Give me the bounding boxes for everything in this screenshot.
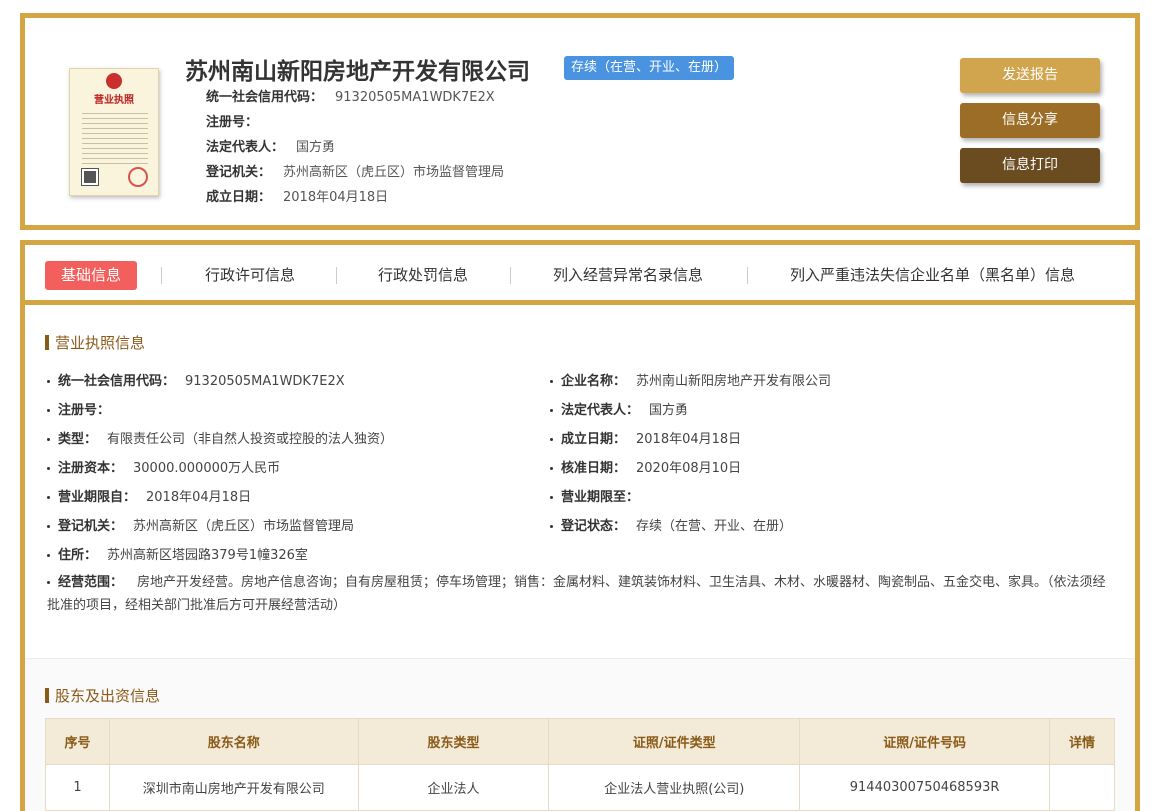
field-label: 法定代表人：	[561, 403, 640, 418]
field-reg-number: 注册号：	[47, 399, 120, 418]
official-seal-icon	[128, 167, 148, 187]
field-approved: 核准日期： 2020年08月10日	[550, 457, 741, 476]
tab-abnormal-list[interactable]: 列入经营异常名录信息	[553, 261, 703, 290]
field-label: 注册号：	[206, 115, 259, 130]
column-header: 证照/证件类型	[548, 718, 801, 765]
tab-blacklist[interactable]: 列入严重违法失信企业名单（黑名单）信息	[790, 261, 1075, 290]
qr-code-icon	[81, 168, 99, 186]
license-section-title: 营业执照信息	[45, 332, 145, 353]
shareholder-table: 序号 股东名称 股东类型 证照/证件类型 证照/证件号码 详情 1 深圳市南山房…	[45, 718, 1115, 811]
field-value: 2018年04月18日	[283, 190, 389, 205]
table-cell: 企业法人营业执照(公司)	[548, 764, 801, 811]
shareholder-section-title: 股东及出资信息	[45, 685, 160, 706]
table-cell: 91440300750468593R	[799, 764, 1051, 811]
field-value: 苏州高新区塔园路379号1幢326室	[107, 548, 308, 563]
table-row: 1 深圳市南山房地产开发有限公司 企业法人 企业法人营业执照(公司) 91440…	[45, 764, 1115, 811]
field-value: 2018年04月18日	[636, 432, 742, 447]
license-image-title: 营业执照	[94, 95, 134, 106]
table-cell: 深圳市南山房地产开发有限公司	[108, 764, 359, 811]
field-label: 类型：	[58, 432, 98, 447]
column-header: 序号	[45, 718, 110, 765]
top-field-reg-number: 注册号：	[206, 111, 270, 130]
field-label: 营业期限自：	[58, 490, 137, 505]
field-label: 经营范围：	[58, 575, 124, 590]
tab-bar: 基础信息 行政许可信息 行政处罚信息 列入经营异常名录信息 列入严重违法失信企业…	[25, 245, 1135, 305]
field-value: 有限责任公司（非自然人投资或控股的法人独资）	[107, 432, 394, 447]
field-label: 统一社会信用代码：	[206, 90, 324, 105]
column-header: 股东类型	[357, 718, 550, 765]
field-value: 国方勇	[649, 403, 689, 418]
field-value: 苏州南山新阳房地产开发有限公司	[636, 374, 832, 389]
national-emblem-icon	[106, 73, 122, 89]
field-label: 成立日期：	[206, 190, 272, 205]
column-header: 股东名称	[108, 718, 359, 765]
field-credit-code: 统一社会信用代码： 91320505MA1WDK7E2X	[47, 370, 345, 389]
field-label: 注册号：	[58, 403, 111, 418]
field-reg-status: 登记状态： 存续（在营、开业、在册）	[550, 515, 792, 534]
tab-divider	[336, 267, 337, 284]
field-address: 住所： 苏州高新区塔园路379号1幢326室	[47, 544, 308, 563]
table-cell: 1	[45, 764, 110, 811]
table-header-row: 序号 股东名称 股东类型 证照/证件类型 证照/证件号码 详情	[45, 718, 1115, 765]
field-term-from: 营业期限自： 2018年04月18日	[47, 486, 251, 505]
field-label: 登记机关：	[58, 519, 124, 534]
field-label: 登记状态：	[561, 519, 627, 534]
tab-admin-license[interactable]: 行政许可信息	[205, 261, 295, 290]
field-label: 核准日期：	[561, 461, 627, 476]
company-summary-card: 营业执照 苏州南山新阳房地产开发有限公司 存续（在营、开业、在册） 统一社会信用…	[20, 13, 1140, 230]
column-header: 证照/证件号码	[799, 718, 1051, 765]
top-field-authority: 登记机关： 苏州高新区（虎丘区）市场监督管理局	[206, 161, 504, 180]
status-badge: 存续（在营、开业、在册）	[564, 56, 735, 80]
send-report-button[interactable]: 发送报告	[960, 58, 1100, 93]
field-label: 企业名称：	[561, 374, 627, 389]
field-value: 91320505MA1WDK7E2X	[185, 374, 345, 389]
tab-divider	[747, 267, 748, 284]
field-term-to: 营业期限至：	[550, 486, 649, 505]
print-info-button[interactable]: 信息打印	[960, 148, 1100, 183]
share-info-button[interactable]: 信息分享	[960, 103, 1100, 138]
field-label: 成立日期：	[561, 432, 627, 447]
field-business-scope: 经营范围： 房地产开发经营。房地产信息咨询；自有房屋租赁；停车场管理；销售：金属材…	[47, 571, 1107, 617]
field-established: 成立日期： 2018年04月18日	[550, 428, 741, 447]
field-value: 91320505MA1WDK7E2X	[335, 90, 495, 105]
field-capital: 注册资本： 30000.000000万人民币	[47, 457, 280, 476]
shareholder-section: 股东及出资信息 序号 股东名称 股东类型 证照/证件类型 证照/证件号码 详情 …	[25, 658, 1135, 811]
column-header: 详情	[1049, 718, 1115, 765]
business-license-image[interactable]: 营业执照	[69, 68, 159, 196]
details-link[interactable]	[1049, 764, 1115, 811]
field-value: 30000.000000万人民币	[133, 461, 281, 476]
field-label: 注册资本：	[58, 461, 124, 476]
field-label: 法定代表人：	[206, 140, 285, 155]
field-value: 房地产开发经营。房地产信息咨询；自有房屋租赁；停车场管理；销售：金属材料、建筑装…	[47, 575, 1106, 613]
company-name: 苏州南山新阳房地产开发有限公司	[185, 59, 530, 85]
tab-admin-penalty[interactable]: 行政处罚信息	[378, 261, 468, 290]
field-value: 苏州高新区（虎丘区）市场监督管理局	[133, 519, 355, 534]
field-label: 登记机关：	[206, 165, 272, 180]
field-label: 统一社会信用代码：	[58, 374, 176, 389]
top-field-legal-rep: 法定代表人： 国方勇	[206, 136, 335, 155]
tab-basic-info[interactable]: 基础信息	[45, 261, 138, 290]
field-company-name: 企业名称： 苏州南山新阳房地产开发有限公司	[550, 370, 831, 389]
detail-card: 基础信息 行政许可信息 行政处罚信息 列入经营异常名录信息 列入严重违法失信企业…	[20, 240, 1140, 811]
field-type: 类型： 有限责任公司（非自然人投资或控股的法人独资）	[47, 428, 393, 447]
field-value: 存续（在营、开业、在册）	[636, 519, 793, 534]
field-label: 营业期限至：	[561, 490, 640, 505]
top-field-established: 成立日期： 2018年04月18日	[206, 186, 388, 205]
field-value: 苏州高新区（虎丘区）市场监督管理局	[283, 165, 505, 180]
field-value: 国方勇	[296, 140, 336, 155]
table-cell: 企业法人	[357, 764, 550, 811]
field-label: 住所：	[58, 548, 98, 563]
field-value: 2020年08月10日	[636, 461, 742, 476]
field-legal-rep: 法定代表人： 国方勇	[550, 399, 688, 418]
field-value: 2018年04月18日	[146, 490, 252, 505]
tab-divider	[510, 267, 511, 284]
field-authority: 登记机关： 苏州高新区（虎丘区）市场监督管理局	[47, 515, 354, 534]
top-field-credit-code: 统一社会信用代码： 91320505MA1WDK7E2X	[206, 86, 495, 105]
tab-divider	[161, 267, 162, 284]
license-text-lines	[82, 109, 148, 165]
